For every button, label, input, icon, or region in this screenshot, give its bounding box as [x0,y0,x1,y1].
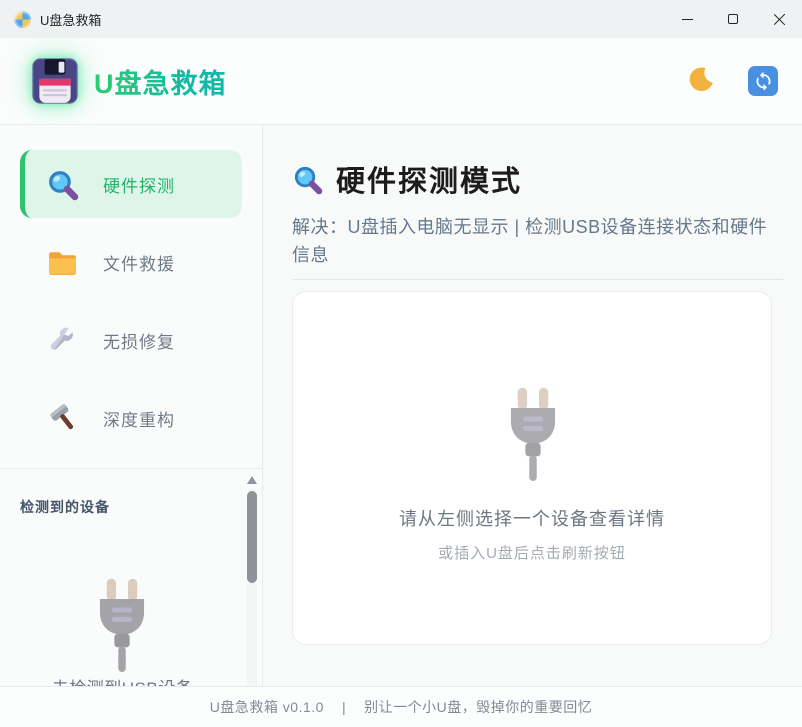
footer-slogan: 别让一个小U盘，毁掉你的重要回忆 [364,697,592,717]
scrollbar-up-arrow[interactable] [247,476,257,484]
footer-version: U盘急救箱 v0.1.0 [210,697,324,717]
placeholder-primary-text: 请从左侧选择一个设备查看详情 [293,505,771,531]
scrollbar-thumb[interactable] [247,491,257,583]
device-list-panel: 检测到的设备 未检测到USB设备 [0,469,262,686]
device-list-scrollbar[interactable] [245,470,259,686]
status-footer: U盘急救箱 v0.1.0 | 别让一个小U盘，毁掉你的重要回忆 [0,686,802,727]
moon-icon [686,65,715,97]
sidebar-item-lossless-repair[interactable]: 无损修复 [20,306,242,374]
maximize-icon [728,14,738,24]
minimize-button[interactable] [664,0,710,38]
app-header: U盘急救箱 [0,38,802,125]
folder-icon [46,246,79,279]
minimize-icon [682,19,693,20]
mode-description: 解决：U盘插入电脑无显示 | 检测USB设备连接状态和硬件信息 [292,213,784,269]
sidebar: 硬件探测 文件救援 [0,125,263,686]
window-controls [664,0,802,38]
wrench-icon [46,324,79,357]
window-titlebar[interactable]: U盘急救箱 [0,0,802,38]
device-list-title: 检测到的设备 [0,469,262,517]
sidebar-item-label: 硬件探测 [103,172,175,197]
footer-separator: | [342,699,346,715]
device-detail-placeholder-card: 请从左侧选择一个设备查看详情 或插入U盘后点击刷新按钮 [292,291,772,645]
theme-toggle-button[interactable] [684,65,716,97]
sidebar-nav: 硬件探测 文件救援 [0,125,262,452]
sidebar-item-file-rescue[interactable]: 文件救援 [20,228,242,296]
app-logo-icon [14,11,31,28]
sidebar-item-deep-rebuild[interactable]: 深度重构 [20,384,242,452]
sidebar-item-label: 深度重构 [103,406,175,431]
app-window: U盘急救箱 U盘急救箱 [0,0,802,727]
sidebar-item-hardware-detect[interactable]: 硬件探测 [20,150,242,218]
sidebar-item-label: 文件救援 [103,250,175,275]
app-name: U盘急救箱 [94,62,227,101]
mode-title: 硬件探测模式 [336,158,522,200]
scrollbar-track[interactable] [247,489,257,686]
device-empty-text: 未检测到USB设备 [0,674,245,686]
plug-icon [499,386,567,486]
sidebar-item-label: 无损修复 [103,328,175,353]
hammer-icon [46,402,79,435]
magnifier-icon [46,168,79,201]
refresh-icon [753,69,774,93]
magnifier-icon [292,164,323,195]
placeholder-secondary-text: 或插入U盘后点击刷新按钮 [293,542,771,563]
close-icon [773,13,785,25]
maximize-button[interactable] [710,0,756,38]
refresh-button[interactable] [748,66,778,96]
window-title: U盘急救箱 [40,10,101,29]
main-content: 硬件探测模式 解决：U盘插入电脑无显示 | 检测USB设备连接状态和硬件信息 请… [263,125,802,686]
floppy-disk-icon [30,56,80,106]
close-button[interactable] [756,0,802,38]
main-divider [292,279,783,280]
plug-icon [88,577,156,677]
